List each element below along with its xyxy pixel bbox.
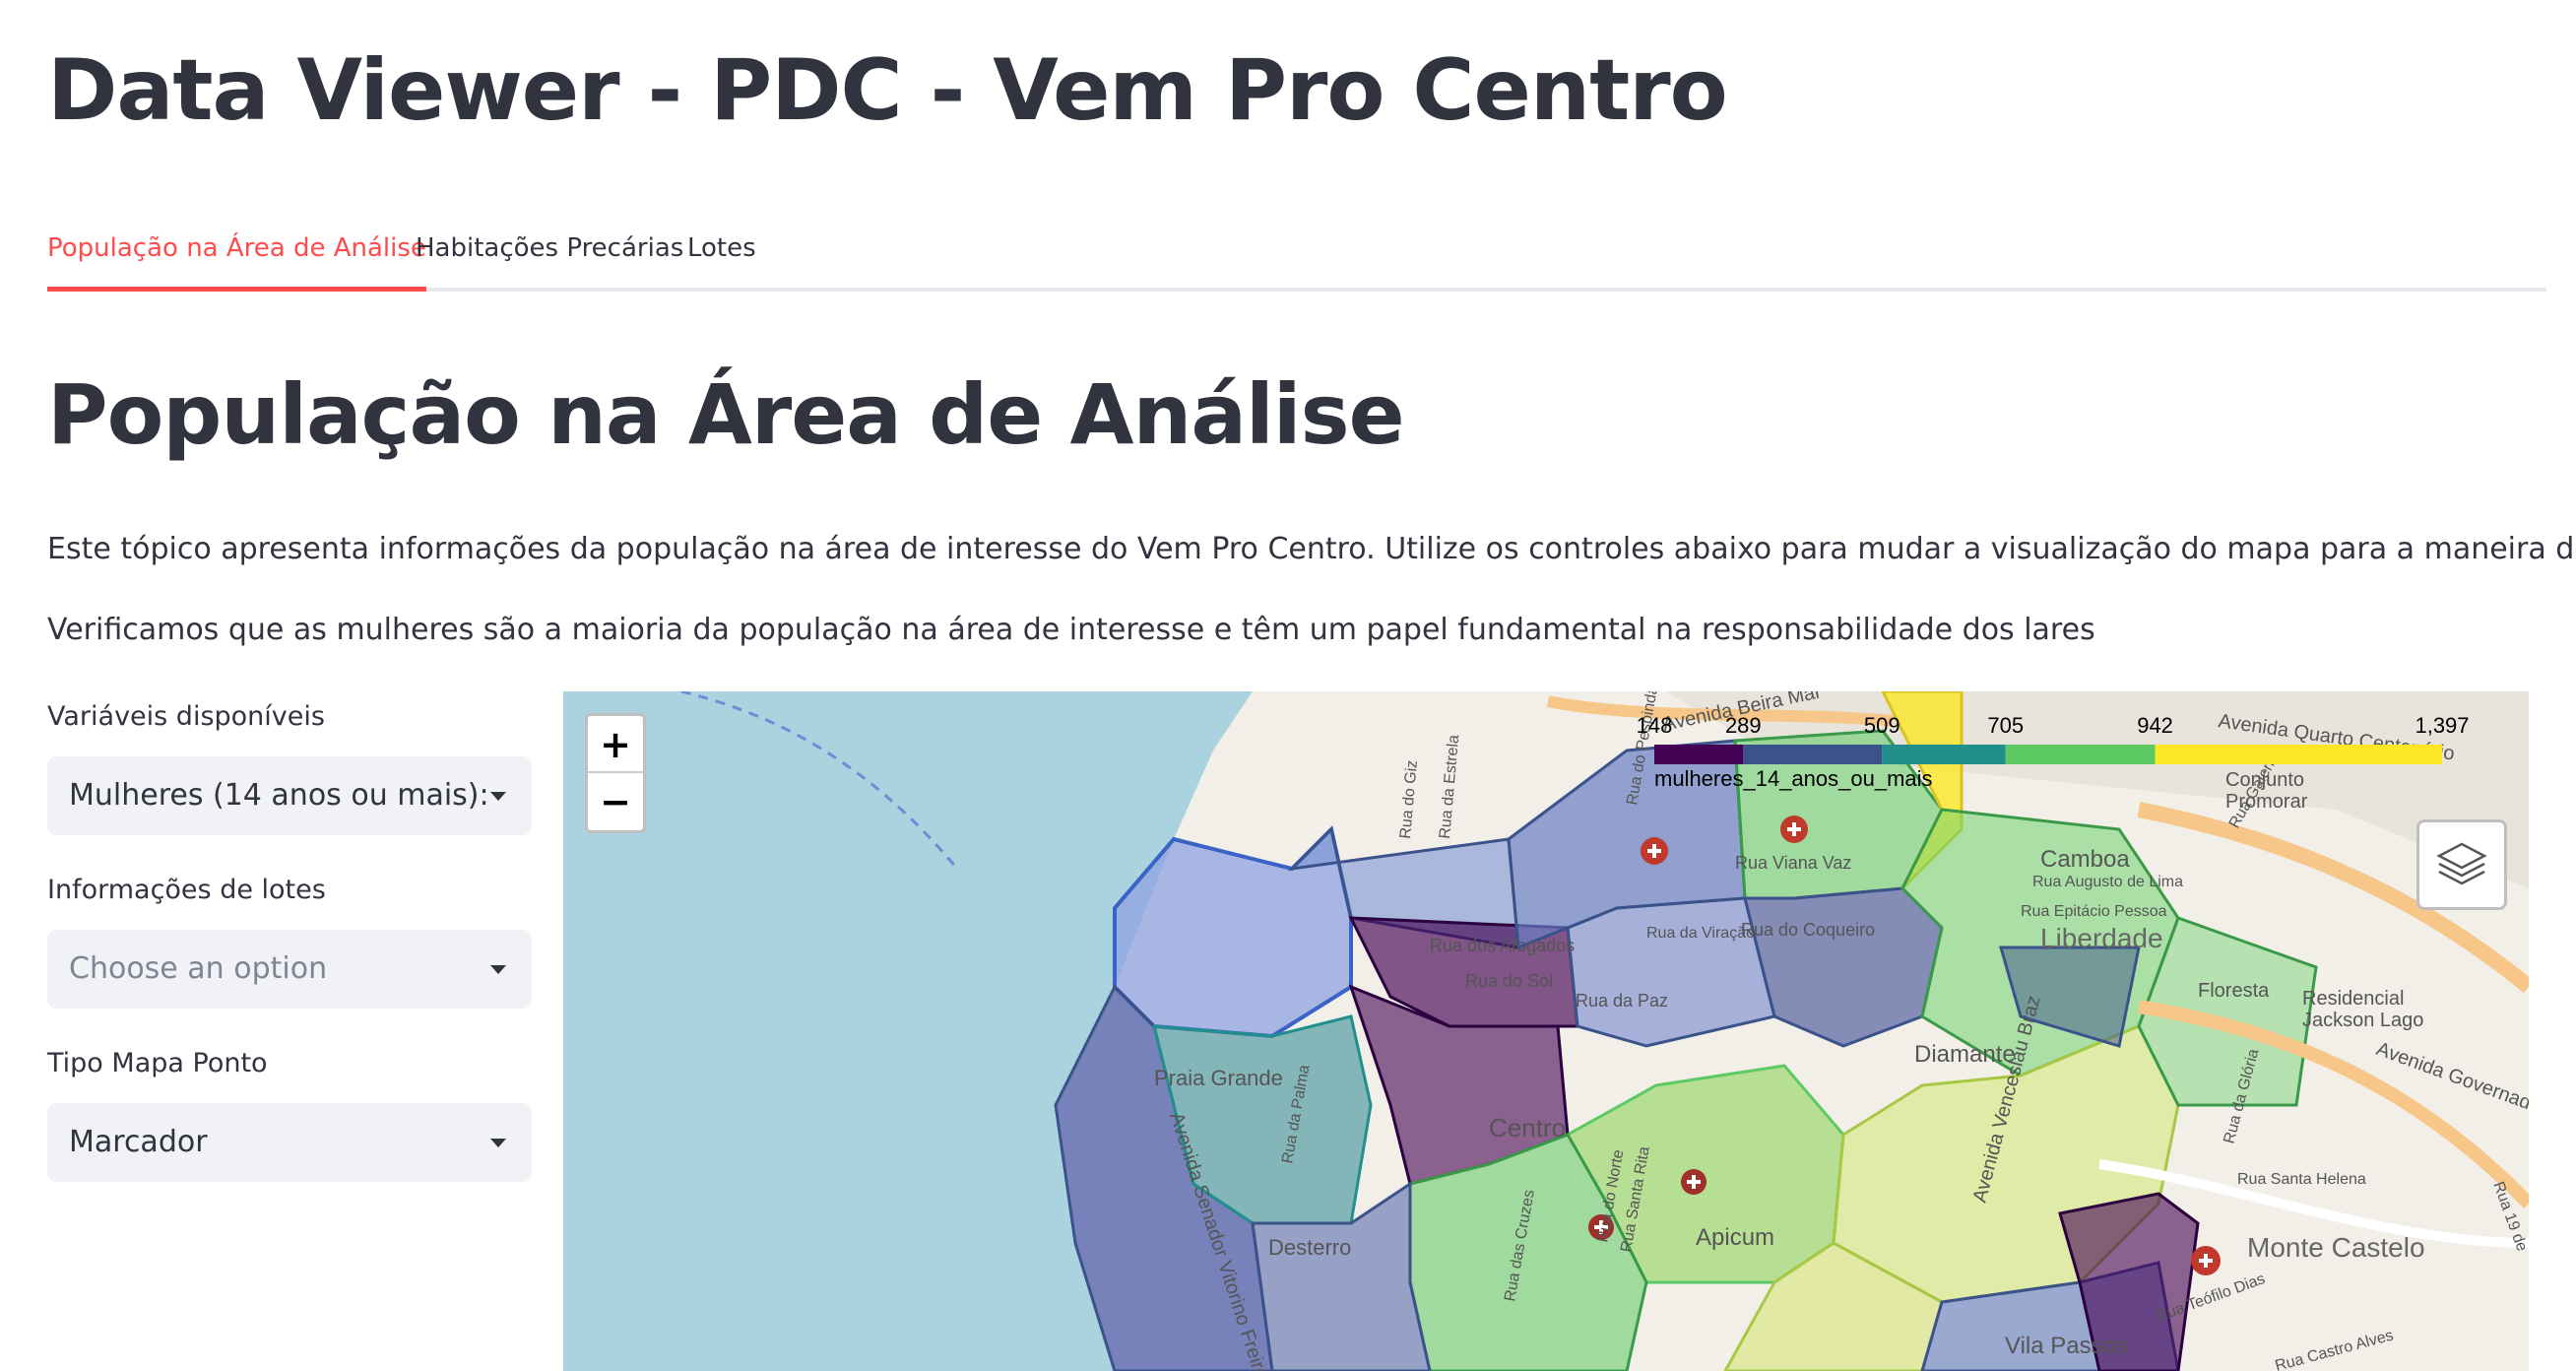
- lots-select[interactable]: Choose an option: [47, 930, 532, 1009]
- app-title: Data Viewer - PDC - Vem Pro Centro: [47, 41, 1728, 140]
- point-map-label: Tipo Mapa Ponto: [47, 1048, 268, 1078]
- legend-tick-label: 1,397: [2415, 713, 2470, 738]
- variables-select-value: Mulheres (14 anos ou mais):: [69, 778, 489, 813]
- layers-control-button[interactable]: [2416, 819, 2507, 910]
- map-label: Diamante: [1914, 1041, 2016, 1068]
- map-label: Rua do Sol: [1465, 971, 1553, 991]
- map-label: Rua Santa Helena: [2237, 1171, 2366, 1188]
- tab-lotes[interactable]: Lotes: [687, 225, 756, 292]
- map-label: Centro: [1489, 1113, 1566, 1142]
- map-label: Rua da Paz: [1576, 991, 1668, 1011]
- legend-tick-label: 942: [2137, 713, 2173, 738]
- legend-tick-label: 509: [1863, 713, 1900, 738]
- legend-color-step: [2005, 745, 2156, 764]
- map-label: Rua dos Afogados: [1430, 936, 1575, 955]
- map-label: Rua da Viração: [1646, 925, 1755, 942]
- point-map-select-value: Marcador: [69, 1125, 208, 1159]
- map-label: Rua Epitácio Pessoa: [2021, 903, 2167, 920]
- map-label: Apicum: [1696, 1224, 1774, 1251]
- map-label: Liberdade: [2040, 923, 2163, 953]
- legend-color-step: [2155, 745, 2442, 764]
- legend-color-step: [1654, 745, 1744, 764]
- zoom-control: + −: [585, 713, 646, 833]
- zoom-out-button[interactable]: −: [588, 773, 643, 830]
- tab-populacao[interactable]: População na Área de Análise: [47, 225, 426, 292]
- map-label: Rua do Coqueiro: [1741, 920, 1875, 940]
- tab-bar: População na Área de Análise Habitações …: [47, 225, 2546, 292]
- lots-select-placeholder: Choose an option: [69, 951, 328, 986]
- chevron-down-icon: [490, 1139, 506, 1147]
- map-label: Rua Augusto de Lima: [2032, 874, 2183, 890]
- legend-tick-label: 289: [1724, 713, 1762, 738]
- map-label: Monte Castelo: [2247, 1232, 2425, 1263]
- hospital-icon: [1641, 837, 1668, 865]
- map-label: Floresta: [2198, 980, 2270, 1002]
- map-label: Vila Passos: [2005, 1333, 2128, 1359]
- legend-color-step: [1882, 745, 2006, 764]
- hospital-icon: [1681, 1169, 1707, 1195]
- chevron-down-icon: [490, 965, 506, 974]
- intro-paragraph: Este tópico apresenta informações da pop…: [47, 532, 2576, 566]
- chevron-down-icon: [490, 792, 506, 801]
- section-title: População na Área de Análise: [47, 366, 1405, 463]
- point-map-select[interactable]: Marcador: [47, 1103, 532, 1182]
- map-label: Desterro: [1268, 1235, 1351, 1260]
- map-label: Praia Grande: [1154, 1066, 1283, 1090]
- legend-tick-label: 148: [1636, 713, 1673, 738]
- map-label: Camboa: [2040, 846, 2130, 873]
- legend-colorbar: [1654, 745, 2442, 764]
- finding-paragraph: Verificamos que as mulheres são a maiori…: [47, 613, 2095, 647]
- legend-color-step: [1743, 745, 1883, 764]
- map-legend: 148 289 509 705 942 1,397 mulheres_14_anos_ou…: [1637, 711, 2521, 810]
- layers-icon: [2436, 842, 2487, 885]
- legend-caption: mulheres_14_anos_ou_mais: [1654, 766, 1933, 791]
- map-label: Rua Viana Vaz: [1735, 853, 1851, 873]
- hospital-icon: [1780, 816, 1808, 843]
- hospital-icon: [2191, 1246, 2221, 1275]
- legend-tick-label: 705: [1987, 713, 2025, 738]
- zoom-in-button[interactable]: +: [588, 716, 643, 773]
- lots-label: Informações de lotes: [47, 875, 326, 905]
- choropleth-map[interactable]: Avenida Beira Mar Avenida Quarto Centená…: [563, 691, 2529, 1371]
- variables-select[interactable]: Mulheres (14 anos ou mais):: [47, 756, 532, 835]
- variables-label: Variáveis disponíveis: [47, 701, 325, 732]
- tab-habitacoes[interactable]: Habitações Precárias: [416, 225, 683, 292]
